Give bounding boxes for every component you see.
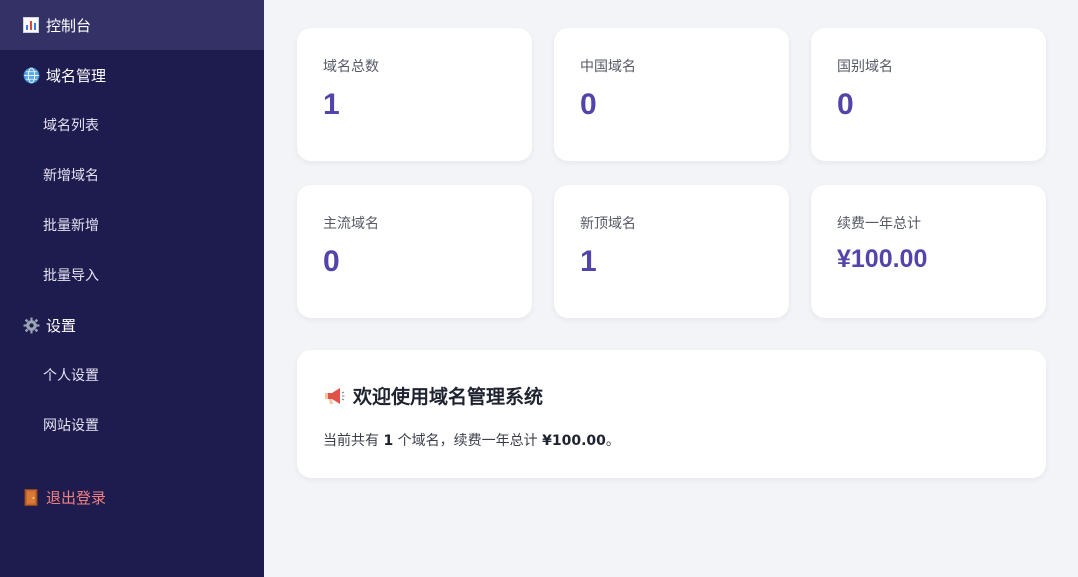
stat-label: 中国域名	[580, 59, 636, 75]
stat-value: ¥100.00	[837, 245, 928, 273]
sidebar-item-label: 批量导入	[43, 268, 99, 284]
sidebar-item-domain-management[interactable]: 域名管理	[0, 50, 264, 100]
stat-value: 1	[323, 88, 340, 121]
sidebar-item-label: 新增域名	[43, 168, 99, 184]
stat-label: 新顶域名	[580, 216, 636, 232]
welcome-card: 欢迎使用域名管理系统 当前共有 1 个域名，续费一年总计 ¥100.00。	[297, 350, 1046, 478]
sidebar-item-personal-settings[interactable]: 个人设置	[0, 350, 264, 400]
welcome-desc-suffix: 。	[605, 433, 620, 449]
door-icon	[22, 488, 40, 506]
sidebar-item-label: 设置	[46, 316, 77, 335]
main-content: 域名总数 1 中国域名 0 国别域名 0 主流域名 0 新顶域名 1 续费一年总…	[264, 0, 1078, 577]
sidebar-item-label: 网站设置	[43, 418, 99, 434]
stat-card-mainstream-domains: 主流域名 0	[297, 185, 532, 318]
sidebar-item-domain-list[interactable]: 域名列表	[0, 100, 264, 150]
sidebar-item-label: 控制台	[46, 16, 92, 35]
stat-label: 续费一年总计	[837, 216, 921, 232]
sidebar-item-add-domain[interactable]: 新增域名	[0, 150, 264, 200]
stat-value: 0	[323, 245, 340, 278]
app: 控制台 域名管理 域名列表 新增域名 批量新增 批量导入 设置 个人设置 网站设…	[0, 0, 1078, 577]
bar-chart-icon	[22, 16, 40, 34]
stat-value: 0	[580, 88, 597, 121]
welcome-title: 欢迎使用域名管理系统	[323, 382, 543, 409]
stat-card-china-domains: 中国域名 0	[554, 28, 789, 161]
stat-card-total-domains: 域名总数 1	[297, 28, 532, 161]
sidebar-item-label: 域名列表	[43, 118, 99, 134]
megaphone-icon	[323, 385, 345, 407]
stat-label: 国别域名	[837, 59, 893, 75]
welcome-renewal-total: ¥100.00	[542, 433, 606, 449]
sidebar-item-label: 域名管理	[46, 66, 107, 85]
sidebar-item-label: 批量新增	[43, 218, 99, 234]
stat-card-renewal-total: 续费一年总计 ¥100.00	[811, 185, 1046, 318]
sidebar: 控制台 域名管理 域名列表 新增域名 批量新增 批量导入 设置 个人设置 网站设…	[0, 0, 264, 577]
welcome-domain-count: 1	[383, 433, 394, 449]
stat-card-country-domains: 国别域名 0	[811, 28, 1046, 161]
sidebar-item-settings[interactable]: 设置	[0, 300, 264, 350]
sidebar-item-batch-import[interactable]: 批量导入	[0, 250, 264, 300]
sidebar-item-label: 个人设置	[43, 368, 99, 384]
stat-card-new-tld-domains: 新顶域名 1	[554, 185, 789, 318]
sidebar-item-dashboard[interactable]: 控制台	[0, 0, 264, 50]
logout-label: 退出登录	[46, 488, 107, 507]
welcome-title-text: 欢迎使用域名管理系统	[353, 386, 544, 408]
gear-icon	[22, 316, 40, 334]
logout-button[interactable]: 退出登录	[0, 472, 264, 522]
sidebar-item-site-settings[interactable]: 网站设置	[0, 400, 264, 450]
stat-label: 域名总数	[323, 59, 379, 75]
stat-value: 1	[580, 245, 597, 278]
welcome-desc-mid: 个域名，续费一年总计	[397, 433, 538, 449]
welcome-description: 当前共有 1 个域名，续费一年总计 ¥100.00。	[323, 430, 620, 450]
stat-label: 主流域名	[323, 216, 379, 232]
globe-icon	[22, 66, 40, 84]
welcome-desc-prefix: 当前共有	[323, 433, 379, 449]
sidebar-item-batch-add[interactable]: 批量新增	[0, 200, 264, 250]
stat-value: 0	[837, 88, 854, 121]
